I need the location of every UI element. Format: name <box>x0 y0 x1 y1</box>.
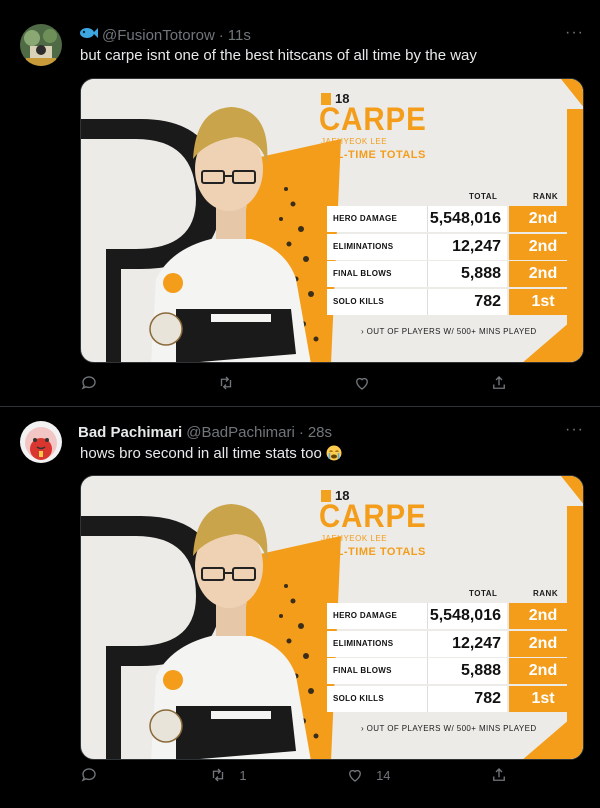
player-name: CARPE <box>319 101 427 137</box>
stat-row: SOLO KILLS 782 1st <box>327 686 577 712</box>
fish-emoji-icon <box>78 26 98 44</box>
tweet-actions: 1 14 <box>80 765 510 785</box>
stat-label: HERO DAMAGE <box>327 206 427 232</box>
stat-label: FINAL BLOWS <box>327 261 427 287</box>
stat-rank: 2nd <box>509 658 577 684</box>
stat-rank: 2nd <box>509 603 577 629</box>
stat-row: ELIMINATIONS 12,247 2nd <box>327 631 577 657</box>
footnote: › OUT OF PLAYERS W/ 500+ MINS PLAYED <box>361 724 537 733</box>
like-icon <box>356 377 369 390</box>
tweet[interactable]: Bad Pachimari @BadPachimari · 28s ··· ho… <box>0 407 600 808</box>
column-header-rank: RANK <box>533 589 559 598</box>
player-full-name: JAEHYEOK LEE <box>321 534 388 543</box>
retweet-count: 1 <box>239 767 247 783</box>
column-header-rank: RANK <box>533 192 559 201</box>
tweet-text-content: hows bro second in all time stats too <box>80 445 322 462</box>
tweet-image[interactable]: 18 CARPE JAEHYEOK LEE ALL-TIME TOTALS TO… <box>80 78 584 363</box>
user-handle[interactable]: @BadPachimari <box>186 424 295 441</box>
reply-button[interactable] <box>80 374 110 392</box>
stat-label: SOLO KILLS <box>327 686 427 712</box>
tweet-header: Bad Pachimari @BadPachimari · 28s <box>78 422 580 442</box>
stat-total: 5,888 <box>427 658 507 684</box>
timestamp[interactable]: 11s <box>228 27 251 44</box>
tweet-header: @FusionTotorow · 11s <box>78 25 580 45</box>
share-icon <box>493 768 505 781</box>
reply-icon <box>81 376 96 390</box>
stat-rank: 1st <box>509 289 577 315</box>
stat-row: FINAL BLOWS 5,888 2nd <box>327 261 577 287</box>
stat-label: ELIMINATIONS <box>327 234 427 260</box>
share-icon <box>493 376 505 389</box>
avatar[interactable] <box>20 24 62 66</box>
more-icon[interactable]: ··· <box>565 421 584 439</box>
user-handle[interactable]: @FusionTotorow <box>102 27 215 44</box>
stat-row: FINAL BLOWS 5,888 2nd <box>327 658 577 684</box>
separator-dot: · <box>218 26 224 44</box>
column-header-total: TOTAL <box>469 589 498 598</box>
stat-total: 5,548,016 <box>427 603 507 629</box>
stat-rank: 2nd <box>509 631 577 657</box>
tweet-text: hows bro second in all time stats too <box>80 444 580 464</box>
display-name[interactable]: Bad Pachimari <box>78 424 182 441</box>
stat-total: 12,247 <box>427 631 507 657</box>
share-button[interactable] <box>490 766 510 784</box>
player-name: CARPE <box>319 498 427 534</box>
like-button[interactable] <box>353 374 383 392</box>
separator-dot: · <box>298 423 304 441</box>
stat-label: HERO DAMAGE <box>327 603 427 629</box>
like-button[interactable]: 14 <box>346 766 391 784</box>
stat-total: 782 <box>427 289 507 315</box>
like-icon <box>349 769 362 782</box>
retweet-button[interactable] <box>217 374 247 392</box>
tweet-actions <box>80 373 510 393</box>
reply-icon <box>81 768 96 782</box>
retweet-icon <box>220 376 231 390</box>
stat-total: 782 <box>427 686 507 712</box>
stats-heading: ALL-TIME TOTALS <box>321 149 426 161</box>
stat-rank: 2nd <box>509 261 577 287</box>
stat-row: ELIMINATIONS 12,247 2nd <box>327 234 577 260</box>
stat-row: SOLO KILLS 782 1st <box>327 289 577 315</box>
tweet-text: but carpe isnt one of the best hitscans … <box>80 47 477 64</box>
stat-total: 5,888 <box>427 261 507 287</box>
reply-button[interactable] <box>80 766 110 784</box>
tweet[interactable]: @FusionTotorow · 11s ··· but carpe isnt … <box>0 0 600 406</box>
avatar[interactable] <box>20 421 62 463</box>
share-button[interactable] <box>490 374 510 392</box>
stat-rank: 2nd <box>509 206 577 232</box>
stat-label: ELIMINATIONS <box>327 631 427 657</box>
retweet-icon <box>213 768 224 782</box>
stat-row: HERO DAMAGE 5,548,016 2nd <box>327 603 577 629</box>
like-count: 14 <box>376 767 391 783</box>
crying-emoji-icon <box>326 445 342 461</box>
stat-row: HERO DAMAGE 5,548,016 2nd <box>327 206 577 232</box>
stat-label: SOLO KILLS <box>327 289 427 315</box>
retweet-button[interactable]: 1 <box>209 766 247 784</box>
more-icon[interactable]: ··· <box>565 24 584 42</box>
player-full-name: JAEHYEOK LEE <box>321 137 388 146</box>
timestamp[interactable]: 28s <box>308 424 332 441</box>
footnote: › OUT OF PLAYERS W/ 500+ MINS PLAYED <box>361 327 537 336</box>
stat-label: FINAL BLOWS <box>327 658 427 684</box>
stat-rank: 2nd <box>509 234 577 260</box>
stat-total: 5,548,016 <box>427 206 507 232</box>
stats-heading: ALL-TIME TOTALS <box>321 546 426 558</box>
stat-rank: 1st <box>509 686 577 712</box>
column-header-total: TOTAL <box>469 192 498 201</box>
tweet-image[interactable]: 18 CARPE JAEHYEOK LEE ALL-TIME TOTALS TO… <box>80 475 584 760</box>
stat-total: 12,247 <box>427 234 507 260</box>
